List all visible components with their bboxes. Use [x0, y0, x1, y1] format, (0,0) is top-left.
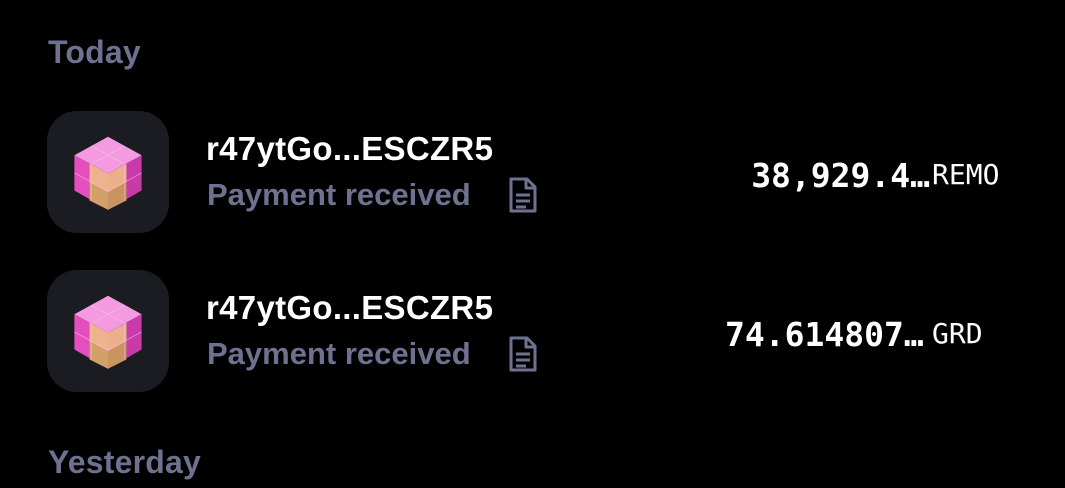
- transaction-amount: 74.61480773: [725, 315, 930, 354]
- transaction-row[interactable]: r47ytGo...ESCZR5 Payment received 74.614…: [0, 269, 1065, 395]
- section-header-today: Today: [48, 34, 141, 70]
- pink-cube-token-icon: [74, 136, 142, 210]
- transaction-status: Payment received: [207, 336, 471, 371]
- document-icon[interactable]: [508, 336, 538, 372]
- transaction-currency: GRD: [932, 317, 983, 350]
- token-avatar: [47, 270, 169, 392]
- transaction-address: r47ytGo...ESCZR5: [206, 289, 494, 326]
- transaction-amount: 38,929.4…: [751, 156, 930, 195]
- token-avatar: [47, 111, 169, 233]
- transaction-status: Payment received: [207, 177, 471, 212]
- transaction-address: r47ytGo...ESCZR5: [206, 130, 494, 167]
- document-icon[interactable]: [508, 177, 538, 213]
- transaction-currency: REMO: [932, 158, 1000, 191]
- section-header-yesterday: Yesterday: [48, 444, 202, 480]
- pink-cube-token-icon: [74, 295, 142, 369]
- transaction-row[interactable]: r47ytGo...ESCZR5 Payment received 38,929…: [0, 110, 1065, 236]
